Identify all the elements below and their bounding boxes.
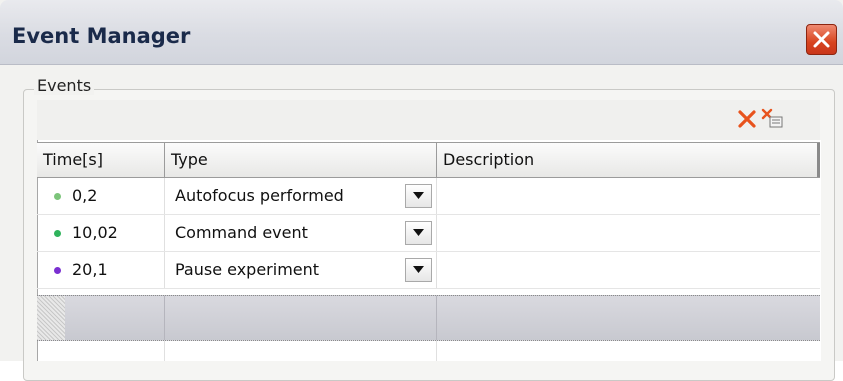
type-cell[interactable]: Command event xyxy=(165,215,437,251)
table-header: Time[s] Type Description xyxy=(37,142,820,178)
type-dropdown-button[interactable] xyxy=(405,258,432,282)
event-dot-icon xyxy=(54,230,61,237)
event-dot-icon xyxy=(54,267,61,274)
table-row[interactable]: 10,02 Command event xyxy=(37,215,820,252)
time-value: 10,02 xyxy=(72,223,118,242)
table-row[interactable]: 20,1 Pause experiment xyxy=(37,252,820,289)
type-value: Autofocus performed xyxy=(175,186,344,205)
type-cell[interactable]: Autofocus performed xyxy=(165,178,437,214)
title-bar[interactable]: Event Manager xyxy=(0,0,843,65)
event-manager-window: Event Manager Events Time[s] Type Descri… xyxy=(0,0,843,381)
chevron-down-icon xyxy=(413,192,424,199)
delete-icon[interactable] xyxy=(735,107,759,131)
empty-row xyxy=(37,341,820,361)
chevron-down-icon xyxy=(413,266,424,273)
delete-all-icon[interactable] xyxy=(760,107,784,131)
new-row-indicator xyxy=(37,296,65,340)
description-cell[interactable] xyxy=(437,252,820,288)
chevron-down-icon xyxy=(413,229,424,236)
window-title: Event Manager xyxy=(12,24,191,48)
new-row[interactable] xyxy=(37,295,820,341)
table-row[interactable]: 0,2 Autofocus performed xyxy=(37,178,820,215)
time-value: 20,1 xyxy=(72,260,108,279)
column-divider xyxy=(436,296,437,340)
column-divider xyxy=(164,341,165,361)
column-header-type[interactable]: Type xyxy=(165,143,437,177)
type-cell[interactable]: Pause experiment xyxy=(165,252,437,288)
type-dropdown-button[interactable] xyxy=(405,184,432,208)
events-toolbar xyxy=(37,100,820,140)
event-dot-icon xyxy=(54,193,61,200)
time-cell[interactable]: 10,02 xyxy=(37,215,165,251)
type-value: Command event xyxy=(175,223,308,242)
description-cell[interactable] xyxy=(437,178,820,214)
close-icon xyxy=(813,31,830,48)
column-divider xyxy=(436,341,437,361)
close-button[interactable] xyxy=(806,24,837,55)
time-value: 0,2 xyxy=(72,186,98,205)
column-divider xyxy=(164,296,165,340)
time-cell[interactable]: 20,1 xyxy=(37,252,165,288)
events-group-legend: Events xyxy=(34,76,95,95)
column-header-time[interactable]: Time[s] xyxy=(37,143,165,177)
column-header-description[interactable]: Description xyxy=(437,143,820,177)
type-dropdown-button[interactable] xyxy=(405,221,432,245)
type-value: Pause experiment xyxy=(175,260,320,279)
time-cell[interactable]: 0,2 xyxy=(37,178,165,214)
description-cell[interactable] xyxy=(437,215,820,251)
